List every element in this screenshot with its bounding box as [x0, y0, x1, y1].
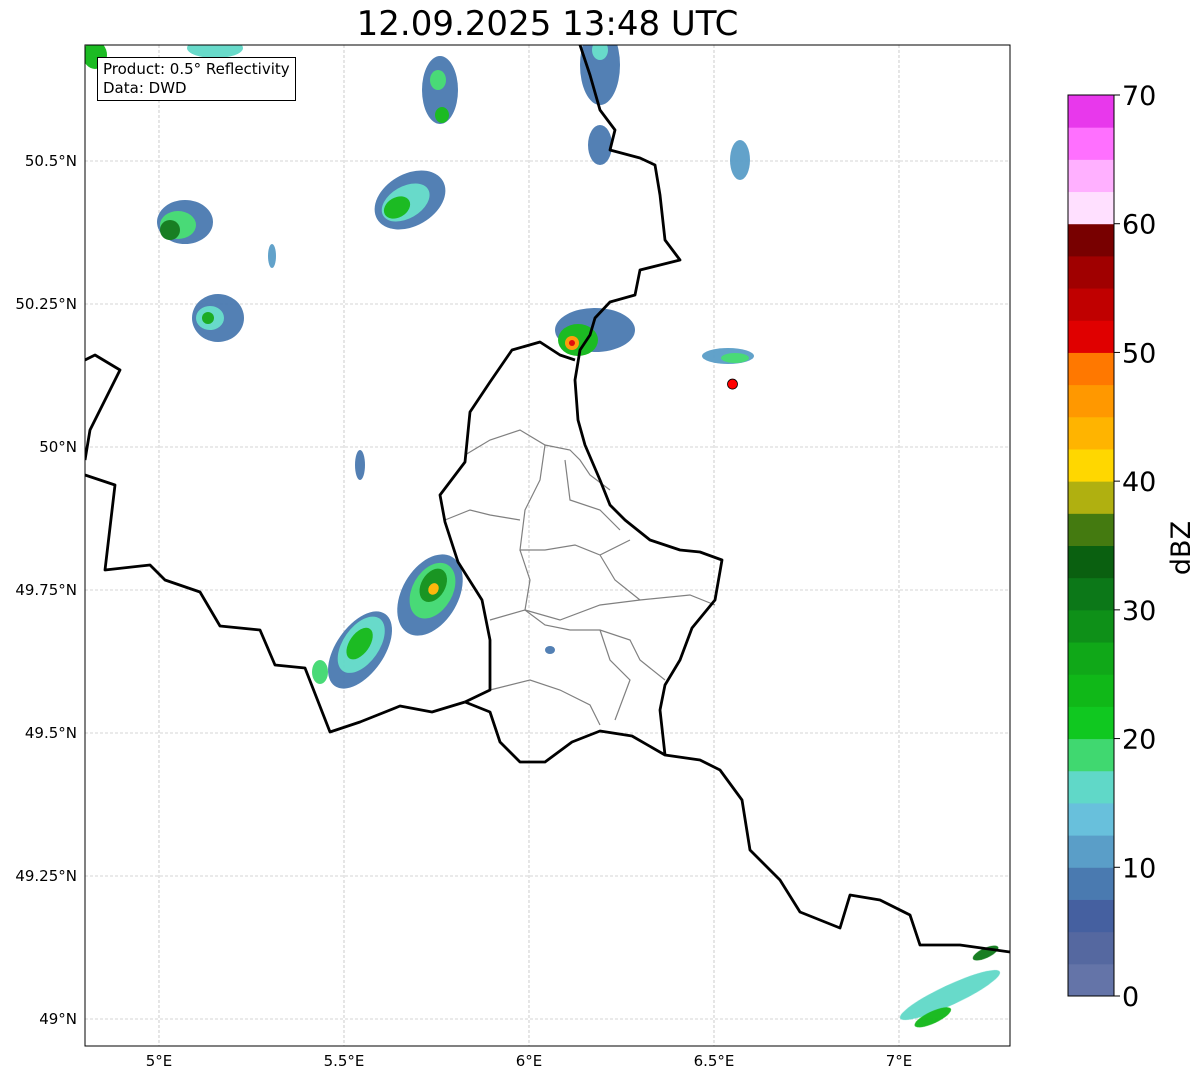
lat-tick-label: 50°N: [39, 438, 77, 456]
colorbar-bin: [1068, 577, 1114, 611]
lat-tick-label: 49.5°N: [25, 724, 77, 742]
colorbar-bin: [1068, 642, 1114, 675]
radar-map: 5°E 5.5°E 6°E 6.5°E 7°E 50.5°N 50.25°N 50°N 49.…: [15, 44, 1197, 1070]
colorbar-bin: [1068, 416, 1114, 450]
colorbar-tick-label: 50: [1122, 338, 1156, 369]
colorbar-tick-label: 40: [1122, 467, 1156, 498]
radar-site-marker: [727, 378, 738, 390]
colorbar-tick-label: 60: [1122, 210, 1156, 241]
colorbar: 0 10 20 30 40 50 60 70 dBZ: [1067, 81, 1197, 1013]
colorbar-tick-label: 0: [1122, 982, 1139, 1013]
colorbar-bin: [1068, 127, 1114, 160]
lon-tick-label: 6.5°E: [694, 1052, 735, 1070]
colorbar-bin: [1068, 738, 1114, 772]
echo-cell: [374, 170, 446, 230]
lon-tick-label: 6°E: [516, 1052, 543, 1070]
echo-cell: [702, 348, 754, 364]
colorbar-tick-label: 20: [1122, 725, 1156, 756]
colorbar-bin: [1068, 481, 1114, 514]
echo-cell: [555, 308, 635, 356]
product-label: Product: 0.5° Reflectivity: [103, 60, 290, 78]
colorbar-bin: [1068, 674, 1114, 707]
admin-boundaries: [444, 429, 716, 726]
colorbar-bin: [1068, 384, 1114, 418]
lon-tick-label: 7°E: [886, 1052, 913, 1070]
colorbar-bin: [1068, 706, 1114, 740]
longitude-ticks: 5°E 5.5°E 6°E 6.5°E 7°E: [146, 1052, 913, 1070]
lat-tick-label: 49.25°N: [15, 867, 77, 885]
colorbar-bin: [1068, 95, 1114, 128]
lon-tick-label: 5°E: [146, 1052, 173, 1070]
lat-tick-label: 49°N: [39, 1010, 77, 1028]
echo-cell: [328, 611, 392, 689]
colorbar-bin: [1068, 802, 1114, 836]
echo-cell: [422, 56, 458, 124]
colorbar-bin: [1068, 223, 1114, 257]
radar-echoes: [85, 45, 1001, 1028]
map-frame: [84, 44, 1011, 1047]
colorbar-bin: [1068, 609, 1114, 643]
colorbar-bin: [1068, 255, 1114, 289]
colorbar-bin: [1068, 288, 1114, 321]
colorbar-bin: [1068, 320, 1114, 353]
lat-tick-label: 50.5°N: [25, 152, 77, 170]
colorbar-label: dBZ: [1166, 521, 1197, 575]
info-box: Product: 0.5° Reflectivity Data: DWD: [97, 57, 296, 101]
colorbar-bin: [1068, 931, 1114, 965]
echo-cell: [157, 200, 213, 244]
echo-cell: [397, 554, 463, 636]
colorbar-tick-label: 30: [1122, 596, 1156, 627]
echo-cell: [580, 45, 620, 165]
lat-tick-label: 49.75°N: [15, 581, 77, 599]
colorbar-bin: [1068, 835, 1114, 868]
colorbar-bin: [1068, 159, 1114, 193]
colorbar-bin: [1068, 963, 1114, 997]
latitude-ticks: 50.5°N 50.25°N 50°N 49.75°N 49.5°N 49.25°N 49°…: [15, 152, 77, 1028]
colorbar-bin: [1068, 899, 1114, 933]
country-borders: [85, 45, 1010, 954]
lon-tick-label: 5.5°E: [324, 1052, 365, 1070]
colorbar-bin: [1068, 191, 1114, 225]
echo-cell: [268, 244, 365, 480]
echo-cell: [192, 294, 244, 342]
colorbar-bin: [1068, 352, 1114, 386]
colorbar-bin: [1068, 513, 1114, 546]
gridlines: [85, 45, 1010, 1046]
echo-cell: [899, 945, 1001, 1028]
lat-tick-label: 50.25°N: [15, 295, 77, 313]
source-label: Data: DWD: [103, 79, 187, 97]
colorbar-bin: [1068, 448, 1114, 482]
echo-cell: [730, 140, 750, 180]
colorbar-tick-label: 10: [1122, 853, 1156, 884]
colorbar-bin: [1068, 770, 1114, 804]
colorbar-tick-label: 70: [1122, 81, 1156, 112]
colorbar-bin: [1068, 545, 1114, 579]
colorbar-bin: [1068, 867, 1114, 900]
